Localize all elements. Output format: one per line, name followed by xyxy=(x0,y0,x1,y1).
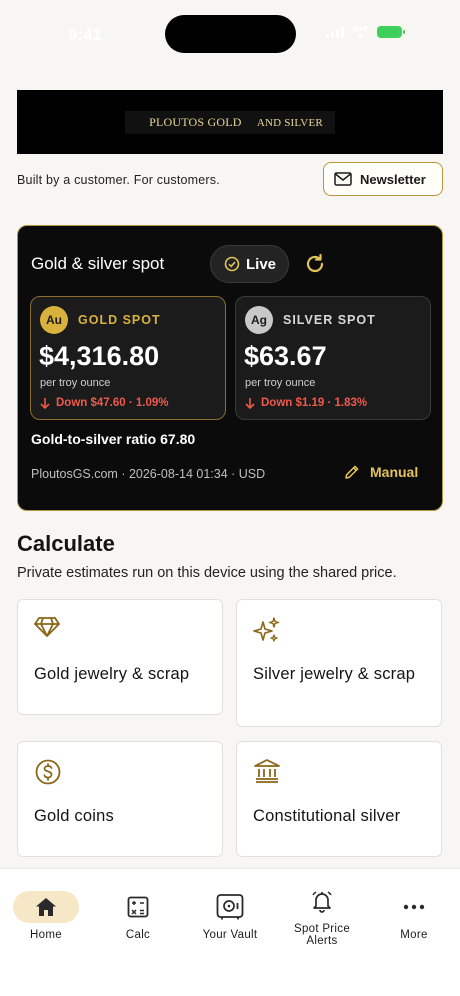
tab-home[interactable]: Home xyxy=(6,889,86,941)
brand-tail: AND SILVER xyxy=(256,116,323,129)
status-bar: 9:41 xyxy=(0,0,460,70)
tab-label: Calc xyxy=(125,929,151,941)
status-time: 9:41 xyxy=(68,25,103,44)
silver-unit: per troy ounce xyxy=(245,377,316,389)
silver-badge: Ag xyxy=(245,306,273,334)
brand-main: PLOUTOS GOLD xyxy=(137,110,254,133)
tab-bar: Home Calc Your Vault Spot Price Alerts M… xyxy=(0,868,460,996)
tile-label: Gold coins xyxy=(34,807,114,825)
status-icons xyxy=(326,26,405,38)
diamond-icon xyxy=(34,617,60,637)
gold-change-text: Down $47.60 · 1.09% xyxy=(56,397,169,409)
vault-icon xyxy=(216,894,244,920)
live-label: Live xyxy=(246,255,277,273)
bell-icon xyxy=(312,891,332,913)
gold-silver-ratio: Gold-to-silver ratio 67.80 xyxy=(31,431,196,447)
spot-price-card: Gold & silver spot Live Au GOLD SPOT $4,… xyxy=(17,225,443,511)
calculate-heading: Calculate xyxy=(17,531,115,556)
silver-price: $63.67 xyxy=(244,341,327,371)
brand-logo: PLOUTOS GOLD AND SILVER xyxy=(125,110,335,134)
wifi-icon xyxy=(352,26,369,38)
refresh-icon[interactable] xyxy=(304,253,326,275)
spot-title: Gold & silver spot xyxy=(31,254,165,273)
bank-icon xyxy=(254,759,280,783)
gold-spot-label: GOLD SPOT xyxy=(78,313,161,327)
tile-label: Gold jewelry & scrap xyxy=(34,665,190,683)
tab-calc[interactable]: Calc xyxy=(98,889,178,941)
silver-change: Down $1.19 · 1.83% xyxy=(245,397,367,409)
newsletter-label: Newsletter xyxy=(360,171,426,187)
gold-price: $4,316.80 xyxy=(39,341,160,371)
tab-label: More xyxy=(400,929,428,941)
tab-your-vault[interactable]: Your Vault xyxy=(190,889,270,941)
tab-label: Home xyxy=(30,929,62,941)
arrow-down-icon xyxy=(40,398,50,409)
brand-banner: PLOUTOS GOLD AND SILVER xyxy=(17,90,443,154)
tab-label: Spot Price Alerts xyxy=(293,923,351,947)
more-dots-icon xyxy=(403,904,425,910)
mail-icon xyxy=(334,172,352,186)
gold-badge: Au xyxy=(40,306,68,334)
tagline: Built by a customer. For customers. xyxy=(17,173,220,187)
check-circle-icon xyxy=(224,256,240,272)
sparkles-icon xyxy=(253,617,280,642)
signal-icon xyxy=(326,26,344,38)
newsletter-button[interactable]: Newsletter xyxy=(323,162,443,196)
gold-spot-panel: Au GOLD SPOT $4,316.80 per troy ounce Do… xyxy=(30,296,226,420)
manual-label: Manual xyxy=(370,464,419,480)
calculate-subtitle: Private estimates run on this device usi… xyxy=(17,565,397,581)
tile-gold-jewelry[interactable]: Gold jewelry & scrap xyxy=(17,599,223,715)
calculator-icon xyxy=(127,896,149,918)
tab-label: Your Vault xyxy=(202,929,258,941)
gold-unit: per troy ounce xyxy=(40,377,111,389)
tile-silver-jewelry[interactable]: Silver jewelry & scrap xyxy=(236,599,442,727)
dynamic-island xyxy=(165,15,296,53)
tile-gold-coins[interactable]: Gold coins xyxy=(17,741,223,857)
tile-label: Silver jewelry & scrap xyxy=(253,665,416,683)
dollar-coin-icon xyxy=(35,759,61,785)
tab-spot-price-alerts[interactable]: Spot Price Alerts xyxy=(282,883,362,947)
arrow-down-icon xyxy=(245,398,255,409)
price-source: PloutosGS.com · 2026-08-14 01:34 · USD xyxy=(31,467,266,481)
live-toggle[interactable]: Live xyxy=(210,245,289,283)
manual-button[interactable]: Manual xyxy=(344,464,418,480)
silver-change-text: Down $1.19 · 1.83% xyxy=(261,397,368,409)
battery-icon xyxy=(377,26,405,38)
silver-spot-label: SILVER SPOT xyxy=(283,313,376,327)
home-icon xyxy=(36,898,56,916)
gold-change: Down $47.60 · 1.09% xyxy=(40,397,169,409)
tab-more[interactable]: More xyxy=(374,889,454,941)
pencil-icon xyxy=(345,465,359,479)
silver-spot-panel: Ag SILVER SPOT $63.67 per troy ounce Dow… xyxy=(235,296,431,420)
tile-constitutional-silver[interactable]: Constitutional silver xyxy=(236,741,442,857)
tile-label: Constitutional silver xyxy=(253,807,401,825)
